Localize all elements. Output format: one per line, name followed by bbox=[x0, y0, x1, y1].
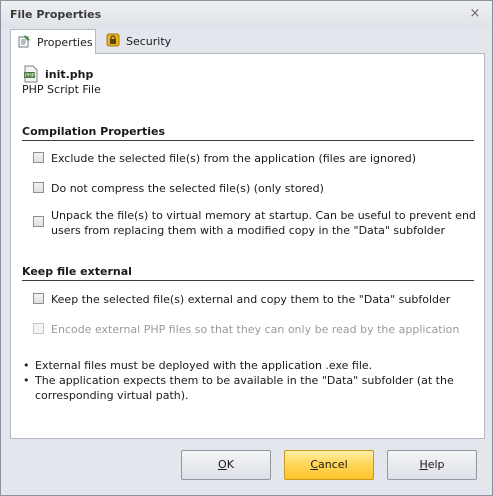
title-bar: File Properties × bbox=[1, 1, 492, 28]
properties-icon bbox=[17, 34, 31, 51]
compilation-section-title: Compilation Properties bbox=[22, 125, 166, 138]
close-icon[interactable]: × bbox=[468, 7, 482, 21]
help-button[interactable]: Help bbox=[387, 450, 477, 480]
tab-security-label: Security bbox=[126, 34, 172, 48]
lock-icon bbox=[106, 33, 120, 50]
encode-external-label: Encode external PHP files so that they c… bbox=[51, 323, 460, 336]
note-item: • The application expects them to be ava… bbox=[23, 373, 473, 403]
tab-security[interactable]: Security bbox=[100, 29, 180, 53]
note-text: The application expects them to be avail… bbox=[35, 374, 454, 402]
unpack-virtual-memory-checkbox[interactable] bbox=[33, 216, 44, 227]
section-divider bbox=[22, 140, 474, 141]
keep-external-checkbox[interactable] bbox=[33, 293, 44, 304]
encode-external-checkbox bbox=[33, 323, 44, 334]
section-divider bbox=[22, 280, 474, 281]
help-button-mnemonic: H bbox=[419, 458, 428, 471]
window-title: File Properties bbox=[10, 8, 102, 21]
file-properties-dialog: File Properties × Properties Security PH… bbox=[0, 0, 493, 496]
tab-bar: Properties Security bbox=[10, 29, 490, 54]
bullet: • bbox=[23, 374, 30, 387]
cancel-button-mnemonic: C bbox=[310, 458, 319, 471]
exclude-files-label: Exclude the selected file(s) from the ap… bbox=[51, 152, 417, 165]
bullet: • bbox=[23, 359, 30, 372]
cancel-button[interactable]: Cancel bbox=[284, 450, 374, 480]
tab-properties-label: Properties bbox=[37, 35, 93, 49]
no-compress-label: Do not compress the selected file(s) (on… bbox=[51, 182, 324, 195]
keep-external-label: Keep the selected file(s) external and c… bbox=[51, 293, 451, 306]
ok-button-mnemonic: O bbox=[218, 458, 227, 471]
file-type: PHP Script File bbox=[22, 83, 101, 96]
exclude-files-checkbox[interactable] bbox=[33, 152, 44, 163]
note-item: • External files must be deployed with t… bbox=[23, 358, 473, 373]
external-section-title: Keep file external bbox=[22, 265, 132, 278]
note-text: External files must be deployed with the… bbox=[35, 359, 373, 372]
ok-button[interactable]: OK bbox=[181, 450, 271, 480]
svg-text:PHP: PHP bbox=[25, 73, 35, 79]
notes-list: • External files must be deployed with t… bbox=[23, 358, 473, 403]
file-name: init.php bbox=[45, 68, 94, 81]
unpack-virtual-memory-label: Unpack the file(s) to virtual memory at … bbox=[51, 209, 476, 237]
help-button-label: elp bbox=[427, 458, 445, 471]
ok-button-label: K bbox=[226, 458, 234, 471]
cancel-button-label: ancel bbox=[318, 458, 348, 471]
no-compress-checkbox[interactable] bbox=[33, 182, 44, 193]
properties-panel: PHP init.php PHP Script File Compilation… bbox=[10, 53, 485, 439]
tab-properties[interactable]: Properties bbox=[10, 29, 96, 54]
